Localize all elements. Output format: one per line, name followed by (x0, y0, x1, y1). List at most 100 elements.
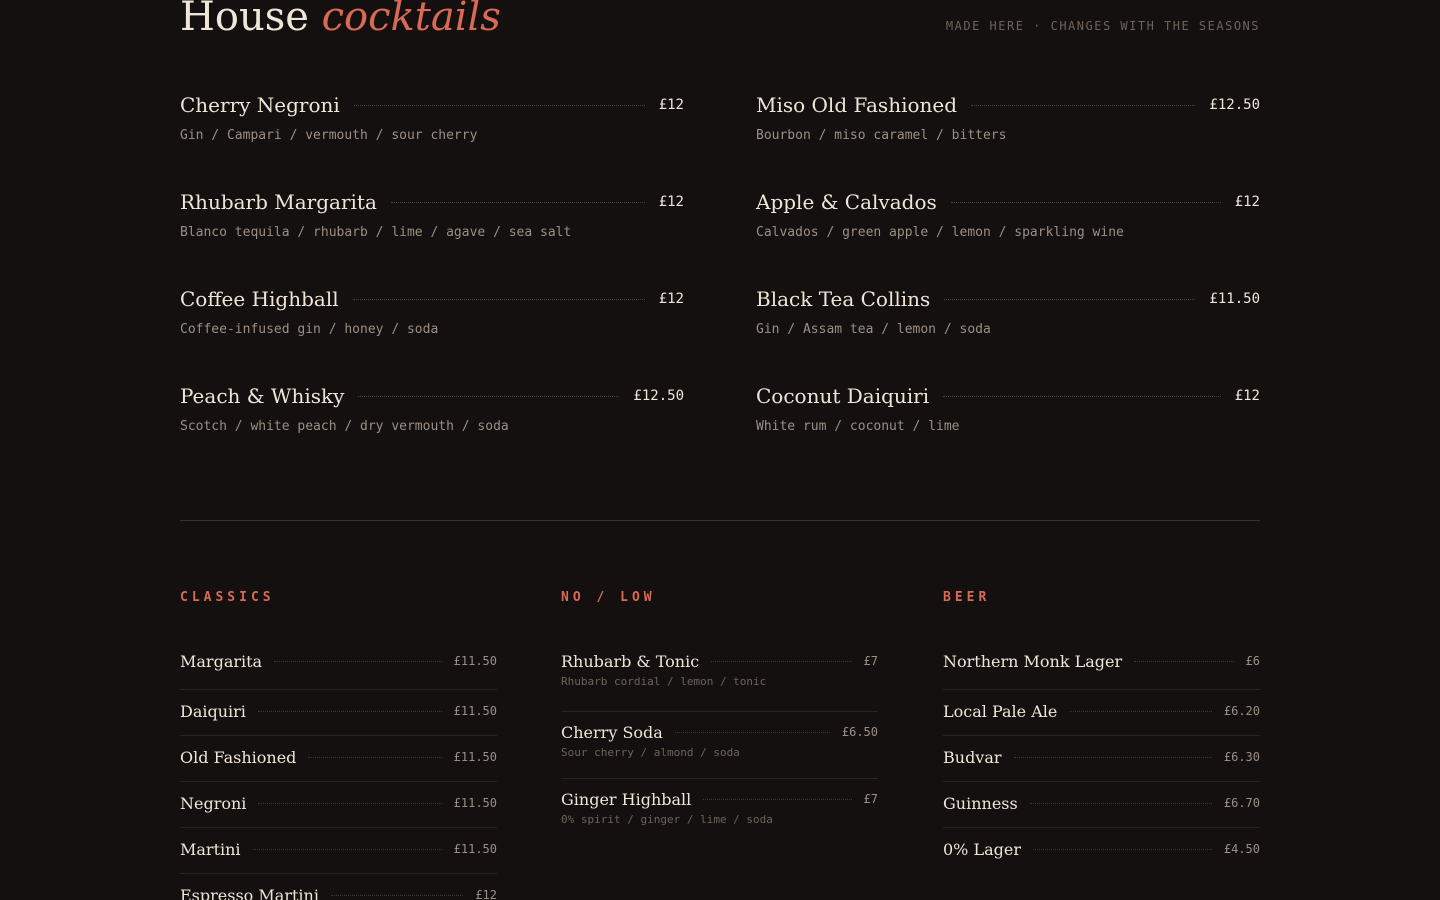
classics-column: CLASSICS Margarita £11.50 Daiquiri £11.5… (180, 589, 497, 900)
list-item: Martini £11.50 (180, 829, 497, 874)
list-item: Cherry Soda £6.50 Sour cherry / almond /… (561, 712, 878, 779)
dotted-leader (258, 802, 442, 804)
cocktail-item: Coffee Highball £12 Coffee-infused gin /… (180, 284, 684, 381)
item-name: Negroni (180, 793, 247, 813)
list-item: Local Pale Ale £6.20 (943, 691, 1260, 736)
no-low-heading: NO / LOW (561, 590, 656, 605)
item-name: Local Pale Ale (943, 701, 1058, 721)
cocktail-item: Coconut Daiquiri £12 White rum / coconut… (756, 381, 1260, 478)
item-price: £11.50 (453, 842, 497, 856)
item-price: £6.70 (1223, 796, 1260, 810)
cocktail-name: Peach & Whisky (180, 384, 345, 408)
cocktail-description: White rum / coconut / lime (756, 419, 960, 434)
cocktail-item: Cherry Negroni £12 Gin / Campari / vermo… (180, 90, 684, 187)
item-name: Old Fashioned (180, 747, 297, 767)
cocktail-item: Apple & Calvados £12 Calvados / green ap… (756, 187, 1260, 284)
cocktail-price: £12 (658, 97, 684, 113)
dotted-leader (352, 298, 645, 300)
dotted-leader (1069, 710, 1212, 712)
list-item: Ginger Highball £7 0% spirit / ginger / … (561, 779, 878, 845)
item-name: Cherry Soda (561, 722, 663, 742)
beer-column: BEER Northern Monk Lager £6 Local Pale A… (943, 589, 1260, 874)
cocktail-item: Rhubarb Margarita £12 Blanco tequila / r… (180, 187, 684, 284)
cocktail-price: £12 (1234, 388, 1260, 404)
cocktail-description: Calvados / green apple / lemon / sparkli… (756, 225, 1124, 240)
classics-heading: CLASSICS (180, 590, 275, 605)
dotted-leader (1033, 848, 1212, 850)
dotted-leader (944, 298, 1196, 300)
dotted-leader (674, 731, 830, 733)
cocktail-name: Coconut Daiquiri (756, 384, 930, 408)
cocktail-price: £12 (658, 291, 684, 307)
no-low-column: NO / LOW Rhubarb & Tonic £7 Rhubarb cord… (561, 589, 878, 845)
cocktail-name: Coffee Highball (180, 287, 339, 311)
item-name: Margarita (180, 651, 263, 671)
item-name: 0% Lager (943, 839, 1021, 859)
cocktail-name: Cherry Negroni (180, 93, 340, 117)
item-name: Daiquiri (180, 701, 246, 721)
list-item: Daiquiri £11.50 (180, 691, 497, 736)
dotted-leader (971, 104, 1196, 106)
list-item: Guinness £6.70 (943, 783, 1260, 828)
dotted-leader (358, 395, 620, 397)
item-price: £11.50 (453, 750, 497, 764)
item-price: £6 (1245, 654, 1260, 668)
title-accent: cocktails (321, 0, 501, 40)
item-price: £12 (475, 888, 497, 900)
dotted-leader (390, 201, 645, 203)
dotted-leader (252, 848, 442, 850)
cocktail-description: Coffee-infused gin / honey / soda (180, 322, 439, 337)
item-price: £6.20 (1223, 704, 1260, 718)
list-item: Old Fashioned £11.50 (180, 737, 497, 782)
dotted-leader (308, 756, 442, 758)
item-price: £4.50 (1223, 842, 1260, 856)
item-price: £6.50 (841, 725, 878, 739)
cocktail-item: Miso Old Fashioned £12.50 Bourbon / miso… (756, 90, 1260, 187)
item-name: Martini (180, 839, 241, 859)
cocktail-price: £11.50 (1209, 291, 1260, 307)
dotted-leader (950, 201, 1221, 203)
dotted-leader (1134, 660, 1234, 662)
title-main: House (180, 0, 309, 40)
section-divider (180, 520, 1260, 521)
item-price: £7 (863, 792, 878, 806)
cocktail-description: Gin / Assam tea / lemon / soda (756, 322, 991, 337)
cocktail-description: Bourbon / miso caramel / bitters (756, 128, 1007, 143)
dotted-leader (330, 894, 464, 896)
item-price: £7 (863, 654, 878, 668)
item-price: £6.30 (1223, 750, 1260, 764)
item-name: Budvar (943, 747, 1002, 767)
cocktail-description: Gin / Campari / vermouth / sour cherry (180, 128, 478, 143)
item-name: Northern Monk Lager (943, 651, 1123, 671)
dotted-leader (257, 710, 442, 712)
cocktail-description: Blanco tequila / rhubarb / lime / agave … (180, 225, 572, 240)
list-item: Budvar £6.30 (943, 737, 1260, 782)
dotted-leader (943, 395, 1221, 397)
item-name: Guinness (943, 793, 1018, 813)
cocktail-price: £12 (658, 194, 684, 210)
item-description: Sour cherry / almond / soda (561, 746, 740, 759)
list-item: Rhubarb & Tonic £7 Rhubarb cordial / lem… (561, 645, 878, 712)
dotted-leader (274, 660, 442, 662)
tagline: MADE HERE · CHANGES WITH THE SEASONS (945, 19, 1260, 33)
list-item: 0% Lager £4.50 (943, 829, 1260, 873)
cocktail-price: £12.50 (1209, 97, 1260, 113)
item-name: Ginger Highball (561, 789, 692, 809)
dotted-leader (1029, 802, 1212, 804)
item-description: Rhubarb cordial / lemon / tonic (561, 675, 767, 688)
list-item: Northern Monk Lager £6 (943, 645, 1260, 690)
menu-page: House cocktails MADE HERE · CHANGES WITH… (180, 0, 1260, 900)
beer-heading: BEER (943, 590, 991, 605)
cocktail-item: Peach & Whisky £12.50 Scotch / white pea… (180, 381, 684, 478)
house-cocktails-list: Cherry Negroni £12 Gin / Campari / vermo… (180, 90, 1260, 478)
cocktail-price: £12.50 (633, 388, 684, 404)
dotted-leader (711, 660, 852, 662)
cocktail-description: Scotch / white peach / dry vermouth / so… (180, 419, 509, 434)
dotted-leader (703, 798, 852, 800)
cocktail-item: Black Tea Collins £11.50 Gin / Assam tea… (756, 284, 1260, 381)
item-name: Rhubarb & Tonic (561, 651, 700, 671)
item-price: £11.50 (453, 654, 497, 668)
item-name: Espresso Martini (180, 885, 319, 900)
section-title-house-cocktails: House cocktails (180, 0, 501, 43)
dotted-leader (1013, 756, 1212, 758)
